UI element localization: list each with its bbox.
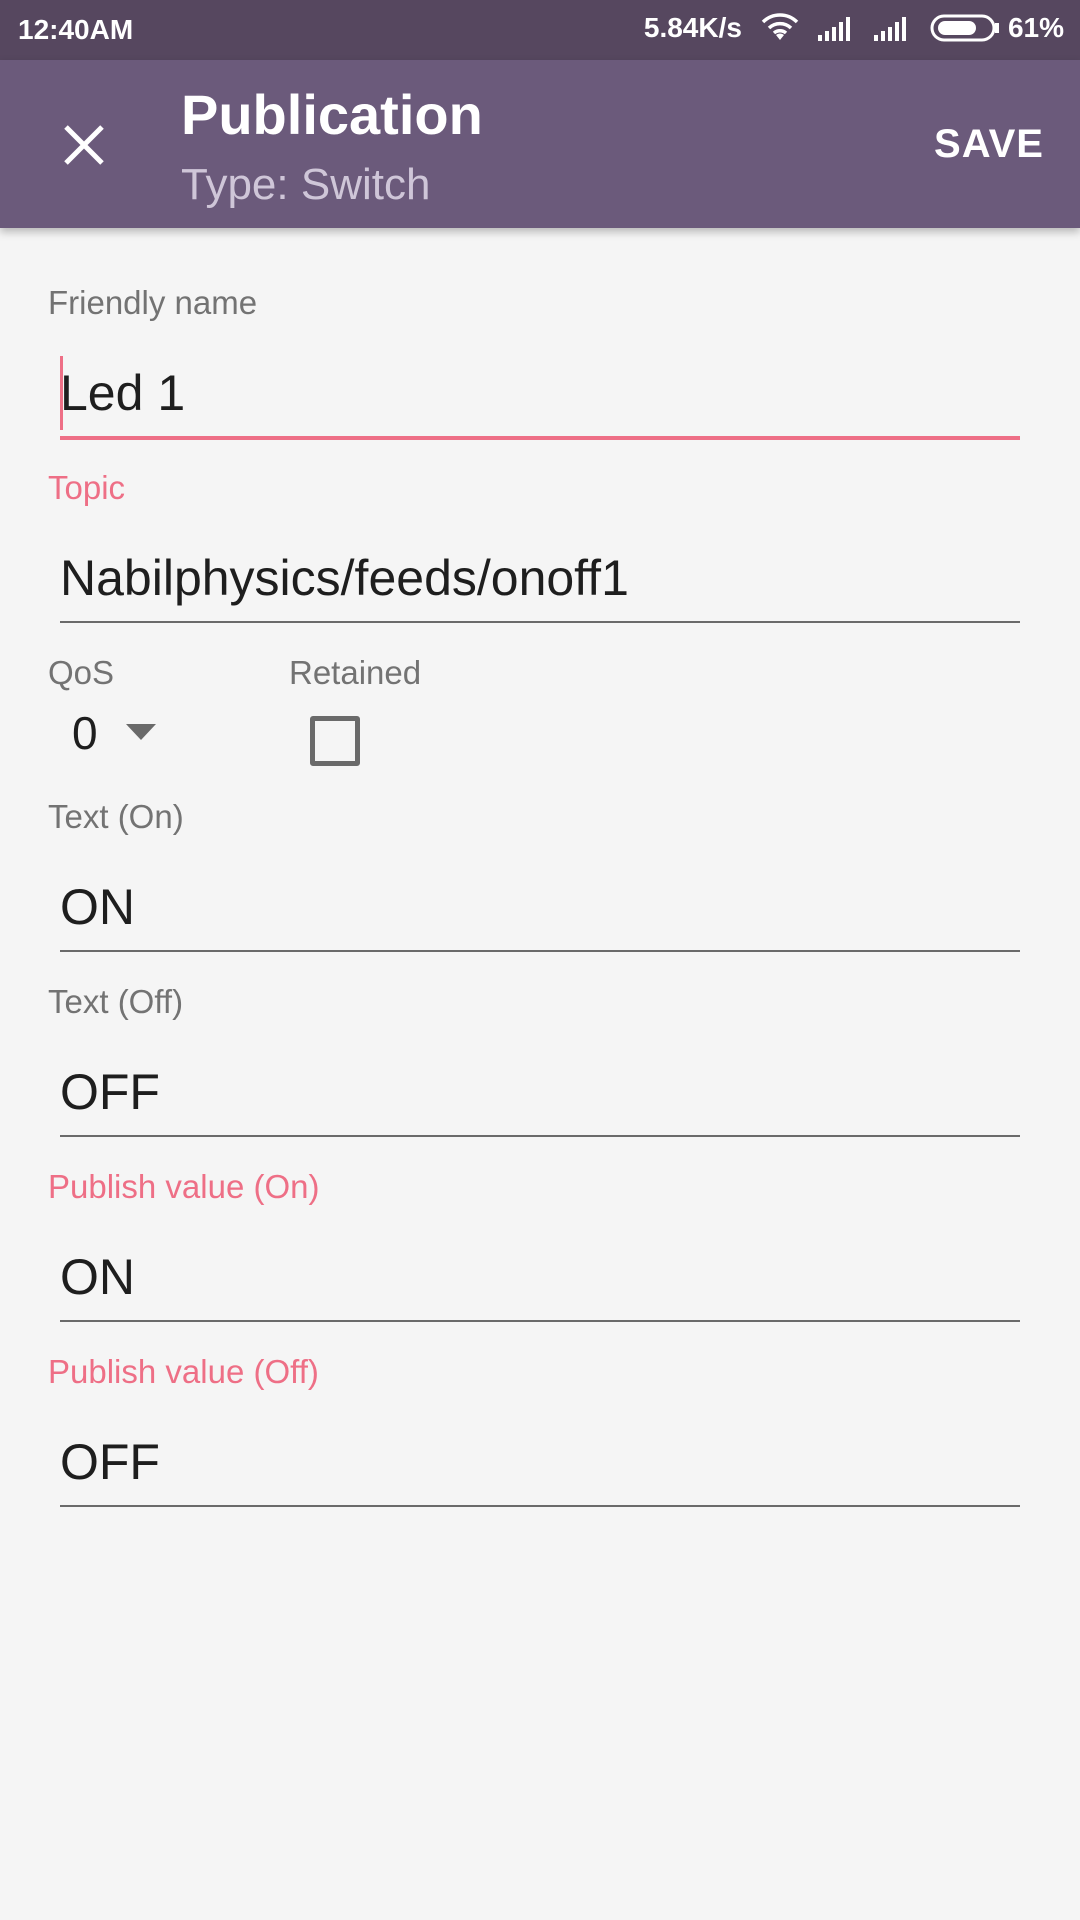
dropdown-arrow-icon bbox=[126, 724, 156, 747]
close-icon bbox=[62, 123, 106, 172]
signal-icon bbox=[873, 15, 912, 41]
publish-off-value: OFF bbox=[60, 1434, 160, 1490]
wifi-icon bbox=[760, 13, 800, 43]
qos-dropdown[interactable]: 0 bbox=[70, 704, 170, 764]
battery-icon bbox=[930, 13, 1000, 43]
publish-on-field[interactable]: ON bbox=[60, 1240, 1020, 1322]
save-button[interactable]: SAVE bbox=[934, 122, 1044, 167]
text-off-value: OFF bbox=[60, 1064, 160, 1120]
page-title: Publication bbox=[181, 83, 483, 146]
text-on-value: ON bbox=[60, 879, 135, 935]
text-off-label: Text (Off) bbox=[48, 983, 184, 1020]
qos-label: QoS bbox=[48, 654, 115, 691]
text-on-field[interactable]: ON bbox=[60, 870, 1020, 952]
publish-off-field[interactable]: OFF bbox=[60, 1425, 1020, 1507]
qos-value: 0 bbox=[72, 707, 98, 759]
status-indicators: 5.84K/s 61% bbox=[644, 12, 1064, 44]
friendly-name-field[interactable]: Led 1 bbox=[60, 356, 1020, 440]
publish-on-value: ON bbox=[60, 1249, 135, 1305]
topic-field[interactable]: Nabilphysics/feeds/onoff1 bbox=[60, 541, 1020, 623]
close-button[interactable] bbox=[44, 112, 124, 182]
retained-label: Retained bbox=[289, 654, 422, 691]
page-subtitle: Type: Switch bbox=[181, 160, 431, 209]
topic-label: Topic bbox=[48, 469, 126, 506]
status-bar: 12:40AM 5.84K/s 61% bbox=[0, 0, 1080, 60]
topic-value: Nabilphysics/feeds/onoff1 bbox=[60, 550, 629, 606]
friendly-name-value: Led 1 bbox=[60, 365, 186, 421]
network-speed: 5.84K/s bbox=[643, 12, 742, 43]
text-on-label: Text (On) bbox=[48, 798, 184, 835]
text-off-field[interactable]: OFF bbox=[60, 1055, 1020, 1137]
retained-checkbox[interactable] bbox=[310, 716, 360, 766]
screen: 12:40AM 5.84K/s 61% Publication Type: Sw… bbox=[0, 0, 1080, 1920]
signal-icon bbox=[817, 15, 856, 41]
publish-off-label: Publish value (Off) bbox=[48, 1353, 319, 1390]
app-bar: Publication Type: Switch SAVE bbox=[0, 60, 1080, 228]
battery-indicator: 61% bbox=[930, 12, 1064, 44]
friendly-name-label: Friendly name bbox=[48, 284, 258, 321]
battery-percent: 61% bbox=[1007, 12, 1064, 43]
publish-on-label: Publish value (On) bbox=[48, 1168, 320, 1205]
status-time: 12:40AM bbox=[18, 14, 134, 45]
